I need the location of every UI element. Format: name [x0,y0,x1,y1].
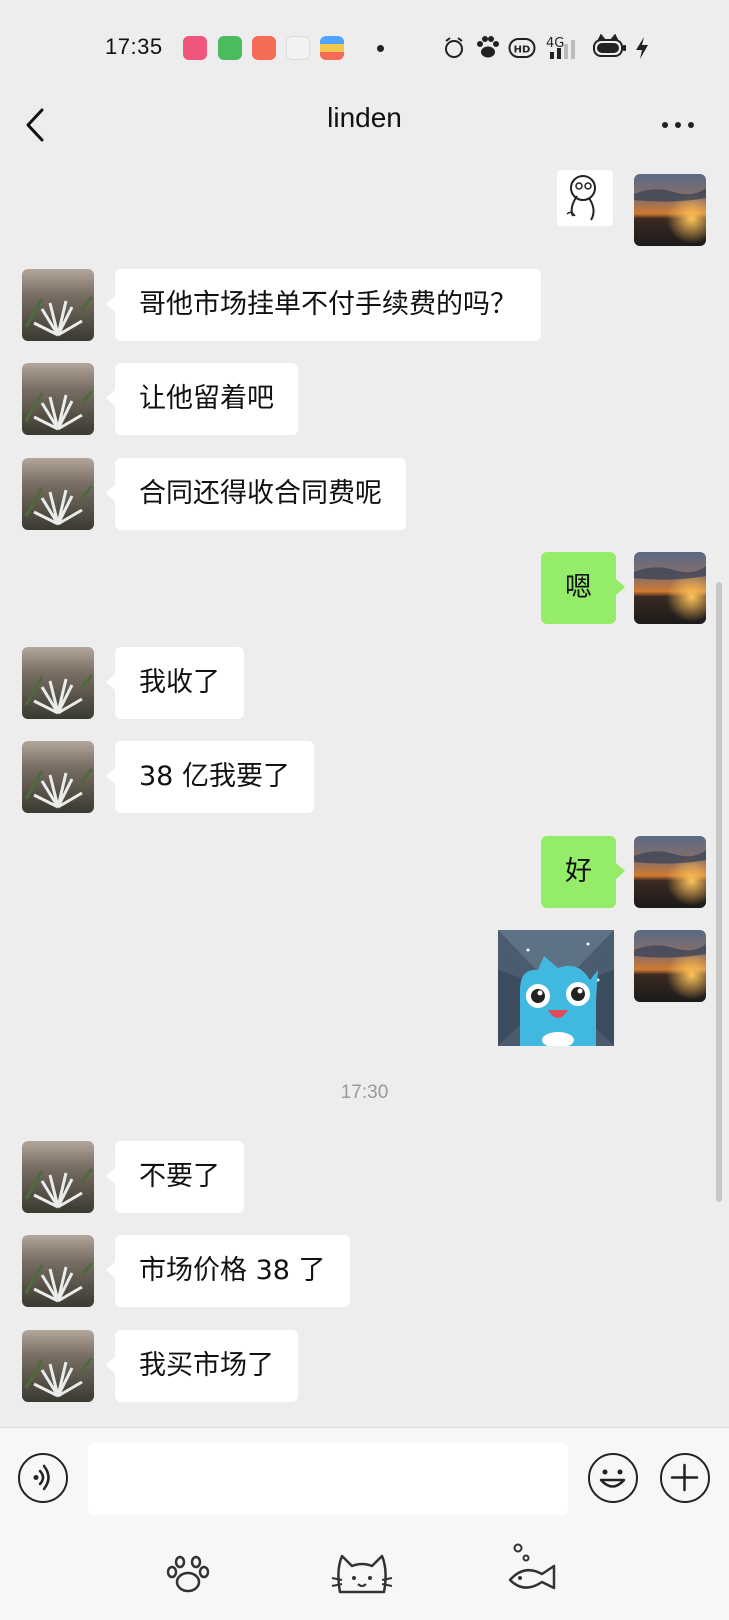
cat-face-icon[interactable] [330,1548,394,1600]
incoming-message[interactable]: 我收了 [106,647,244,719]
doodle-face-sticker[interactable] [557,170,613,226]
more-options-button[interactable] [656,104,700,144]
my-avatar[interactable] [634,930,706,1002]
my-avatar[interactable] [634,552,706,624]
voice-input-button[interactable] [18,1453,68,1503]
hd-voice-icon: HD [508,38,536,58]
contact-avatar[interactable] [22,458,94,530]
plus-icon [670,1463,699,1492]
charging-icon [636,37,648,59]
contact-avatar[interactable] [22,1141,94,1213]
my-avatar[interactable] [634,174,706,246]
incoming-message[interactable]: 合同还得收合同费呢 [106,458,406,530]
contact-avatar[interactable] [22,363,94,435]
doodle-face-icon [566,175,596,221]
app-notification-icon [286,36,310,60]
incoming-message[interactable]: 我买市场了 [106,1330,298,1402]
message-input[interactable] [88,1443,568,1515]
chat-title: linden [327,102,402,133]
scrollbar[interactable] [716,582,722,1202]
music-notification-icon [252,36,276,60]
outgoing-message[interactable]: 嗯 [541,552,625,624]
app-notification-icon [218,36,242,60]
message-timestamp: 17:30 [340,1082,389,1103]
battery-cat-icon [593,34,626,57]
more-dots-icon [662,122,668,128]
paw-status-icon [477,36,499,58]
wallet-notification-icon [320,36,344,60]
message-composer [0,1427,729,1620]
contact-avatar[interactable] [22,741,94,813]
status-bar: 17:35 HD 4G [0,0,729,92]
emoji-button[interactable] [588,1453,638,1503]
contact-avatar[interactable] [22,269,94,341]
signal-icon [550,40,575,59]
smiley-icon [599,1469,626,1488]
contact-avatar[interactable] [22,1330,94,1402]
contact-avatar[interactable] [22,647,94,719]
voice-icon [33,1464,50,1491]
alarm-icon [445,37,463,58]
my-avatar[interactable] [634,836,706,908]
app-notification-icon [183,36,207,60]
more-notifications-dot [377,45,384,52]
incoming-message[interactable]: 让他留着吧 [106,363,298,435]
status-time: 17:35 [105,34,163,59]
chat-header: linden [0,92,729,162]
chat-message-list[interactable]: 哥他市场挂单不付手续费的吗？ 让他留着吧 合同还得收合同费呢 嗯 我收了 38 … [0,162,729,1427]
incoming-message[interactable]: 不要了 [106,1141,244,1213]
blue-cat-sticker[interactable] [498,930,614,1046]
contact-avatar[interactable] [22,1235,94,1307]
incoming-message[interactable]: 市场价格 38 了 [106,1235,350,1307]
incoming-message[interactable]: 哥他市场挂单不付手续费的吗？ [106,269,541,341]
svg-text:HD: HD [514,45,531,56]
outgoing-message[interactable]: 好 [541,836,625,908]
more-actions-button[interactable] [660,1453,710,1503]
fish-bowl-icon[interactable] [504,1540,564,1600]
paw-icon[interactable] [158,1548,218,1600]
incoming-message[interactable]: 38 亿我要了 [106,741,314,813]
blue-cat-icon [498,930,614,1046]
